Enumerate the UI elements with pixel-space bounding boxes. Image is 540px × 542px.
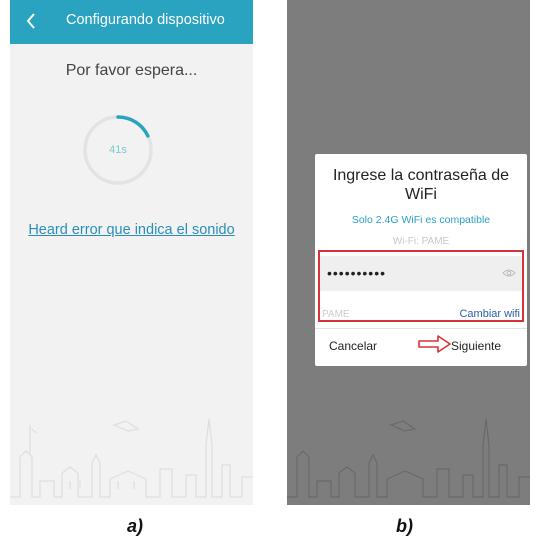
dialog-title-line-1: Ingrese la contraseña de: [332, 167, 510, 184]
countdown-text: 41s: [109, 144, 127, 156]
dialog-title: Ingrese la contraseña de WiFi: [315, 166, 527, 204]
city-skyline-illustration: [10, 418, 253, 498]
ssid-name: PAME: [322, 309, 350, 320]
highlight-box: •••••••••• PAME Cambiar wifi: [318, 250, 524, 322]
caption-b: b): [396, 516, 413, 536]
compatibility-note: Solo 2.4G WiFi es compatible: [351, 214, 491, 226]
arrow-right-icon: [418, 335, 451, 353]
dialog-title-line-2: WiFi: [405, 186, 437, 203]
password-value: ••••••••••: [327, 265, 387, 281]
chevron-left-icon[interactable]: [18, 8, 44, 34]
page-title: Configurando dispositivo: [66, 12, 225, 28]
phone-screen-a: Configurando dispositivo Por favor esper…: [10, 0, 253, 505]
app-header: Configurando dispositivo: [10, 0, 253, 44]
next-button[interactable]: Siguiente: [451, 339, 501, 353]
phone-screen-b: Ingrese la contraseña de WiFi Solo 2.4G …: [287, 0, 530, 505]
error-sound-link[interactable]: Heard error que indica el sonido: [10, 222, 253, 238]
wait-message: Por favor espera...: [65, 62, 198, 79]
caption-a: a): [127, 516, 144, 536]
change-wifi-link[interactable]: Cambiar wifi: [459, 308, 520, 320]
wifi-password-dialog: Ingrese la contraseña de WiFi Solo 2.4G …: [315, 154, 527, 366]
password-field[interactable]: ••••••••••: [320, 256, 522, 291]
eye-icon[interactable]: [502, 268, 516, 278]
cancel-button[interactable]: Cancelar: [329, 339, 377, 353]
ssid-label: Wi-Fi: PAME: [392, 236, 450, 247]
dialog-divider: [315, 328, 527, 329]
